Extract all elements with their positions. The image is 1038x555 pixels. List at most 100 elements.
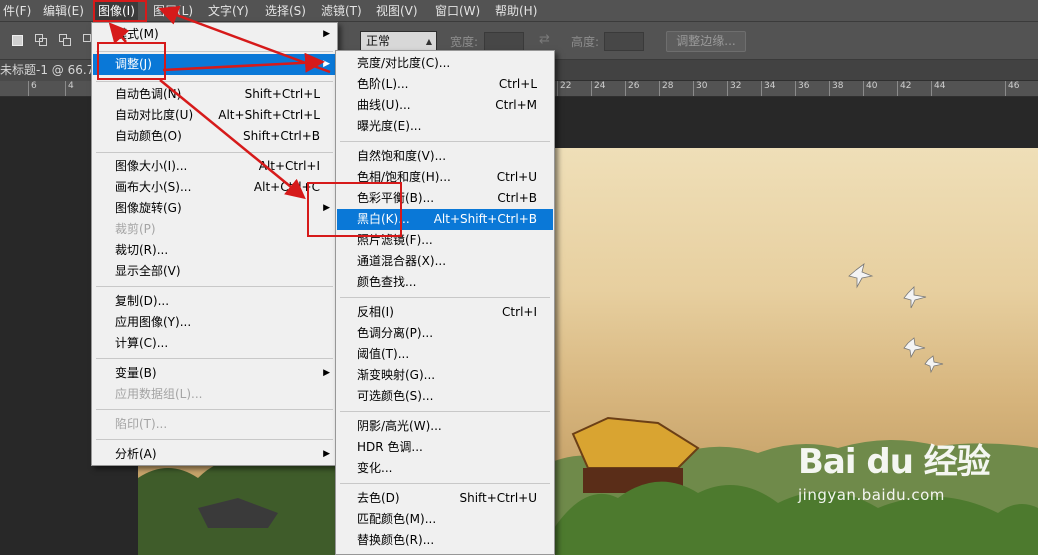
swap-icon[interactable]: ⇄	[539, 32, 550, 47]
menu-item-label: 去色(D)	[357, 491, 400, 505]
menu-select[interactable]: 选择(S)	[262, 0, 309, 22]
menu-item-label: 色调分离(P)...	[357, 326, 434, 340]
menu-item-variables[interactable]: 变量(B) ▶	[93, 363, 336, 384]
ruler-label: 28	[662, 81, 674, 91]
ruler-tick	[28, 81, 29, 96]
ruler-label: 26	[628, 81, 640, 91]
ruler-tick	[931, 81, 932, 96]
menu-item-label: 自动颜色(O)	[115, 129, 182, 143]
watermark-logo: Bai du 经验	[798, 442, 991, 482]
menu-item-desaturate[interactable]: 去色(D) Shift+Ctrl+U	[337, 488, 553, 509]
ruler-tick	[829, 81, 830, 96]
ruler-label: 22	[560, 81, 572, 91]
menu-item-image-size[interactable]: 图像大小(I)... Alt+Ctrl+I	[93, 156, 336, 177]
menu-item-shadows-highlights[interactable]: 阴影/高光(W)...	[337, 416, 553, 437]
menu-item-label: 显示全部(V)	[115, 264, 181, 278]
ruler-tick	[795, 81, 796, 96]
menu-item-calculations[interactable]: 计算(C)...	[93, 333, 336, 354]
menu-item-analysis[interactable]: 分析(A) ▶	[93, 444, 336, 465]
ruler-label: 32	[730, 81, 742, 91]
menu-item-channel-mixer[interactable]: 通道混合器(X)...	[337, 251, 553, 272]
menu-type[interactable]: 文字(Y)	[205, 0, 252, 22]
menu-item-label: 陷印(T)...	[115, 417, 168, 431]
width-field[interactable]	[484, 32, 524, 51]
menu-item-label: 颜色查找...	[357, 275, 417, 289]
menu-item-color-lookup[interactable]: 颜色查找...	[337, 272, 553, 293]
image-menu: 模式(M) ▶ 调整(J) ▶ 自动色调(N) Shift+Ctrl+L 自动对…	[91, 22, 338, 466]
menu-item-label: 图像旋转(G)	[115, 201, 182, 215]
menu-item-shortcut: Ctrl+I	[502, 305, 537, 319]
menu-item-gradient-map[interactable]: 渐变映射(G)...	[337, 365, 553, 386]
menu-item-levels[interactable]: 色阶(L)... Ctrl+L	[337, 74, 553, 95]
ruler-label: 24	[594, 81, 606, 91]
menu-item-apply-data-set[interactable]: 应用数据组(L)...	[93, 384, 336, 405]
ruler-tick	[693, 81, 694, 96]
menu-item-label: 应用数据组(L)...	[115, 387, 203, 401]
menu-item-shortcut: Ctrl+L	[498, 77, 537, 91]
menu-filter[interactable]: 滤镜(T)	[318, 0, 365, 22]
annotation-box-image-menu	[93, 0, 147, 22]
ruler-label: 34	[764, 81, 776, 91]
menu-item-apply-image[interactable]: 应用图像(Y)...	[93, 312, 336, 333]
ruler-tick	[863, 81, 864, 96]
menu-item-curves[interactable]: 曲线(U)... Ctrl+M	[337, 95, 553, 116]
menu-item-crop[interactable]: 裁剪(P)	[93, 219, 336, 240]
menu-item-label: 曝光度(E)...	[357, 119, 422, 133]
menu-item-label: 色阶(L)...	[357, 77, 409, 91]
ruler-label: 6	[31, 81, 37, 91]
menu-item-shortcut: Alt+Ctrl+I	[258, 159, 320, 173]
height-label: 高度:	[571, 35, 600, 49]
annotation-box-black-white	[307, 182, 402, 237]
menu-item-label: 通道混合器(X)...	[357, 254, 447, 268]
menu-item-label: 计算(C)...	[115, 336, 169, 350]
menu-separator	[96, 152, 333, 153]
menu-item-label: HDR 色调...	[357, 440, 423, 454]
menu-item-auto-color[interactable]: 自动颜色(O) Shift+Ctrl+B	[93, 126, 336, 147]
new-selection-icon[interactable]	[10, 33, 26, 49]
ruler-label: 40	[866, 81, 878, 91]
menu-item-label: 亮度/对比度(C)...	[357, 56, 451, 70]
menu-item-label: 阈值(T)...	[357, 347, 410, 361]
menu-item-trim[interactable]: 裁切(R)...	[93, 240, 336, 261]
menu-item-reveal-all[interactable]: 显示全部(V)	[93, 261, 336, 282]
menu-item-variations[interactable]: 变化...	[337, 458, 553, 479]
menu-item-shortcut: Shift+Ctrl+L	[244, 87, 320, 101]
menu-item-label: 复制(D)...	[115, 294, 170, 308]
add-selection-icon[interactable]	[34, 33, 50, 49]
menu-item-label: 裁剪(P)	[115, 222, 156, 236]
menu-layer[interactable]: 图层(L)	[150, 0, 196, 22]
menu-item-duplicate[interactable]: 复制(D)...	[93, 291, 336, 312]
menu-item-invert[interactable]: 反相(I) Ctrl+I	[337, 302, 553, 323]
menu-item-image-rotation[interactable]: 图像旋转(G) ▶	[93, 198, 336, 219]
ruler-label: 38	[832, 81, 844, 91]
menu-view[interactable]: 视图(V)	[373, 0, 421, 22]
menu-help[interactable]: 帮助(H)	[492, 0, 540, 22]
menu-item-canvas-size[interactable]: 画布大小(S)... Alt+Ctrl+C	[93, 177, 336, 198]
menu-item-selective-color[interactable]: 可选颜色(S)...	[337, 386, 553, 407]
menu-item-posterize[interactable]: 色调分离(P)...	[337, 323, 553, 344]
menu-item-label: 匹配颜色(M)...	[357, 512, 437, 526]
style-select-value: 正常	[366, 34, 391, 48]
style-select[interactable]: 正常 ▲	[360, 31, 437, 51]
menu-edit[interactable]: 编辑(E)	[40, 0, 87, 22]
refine-edge-button[interactable]: 调整边缘...	[666, 31, 746, 52]
menu-item-threshold[interactable]: 阈值(T)...	[337, 344, 553, 365]
menu-item-auto-tone[interactable]: 自动色调(N) Shift+Ctrl+L	[93, 84, 336, 105]
width-label: 宽度:	[450, 35, 479, 49]
menu-item-vibrance[interactable]: 自然饱和度(V)...	[337, 146, 553, 167]
menu-item-label: 可选颜色(S)...	[357, 389, 434, 403]
menu-window[interactable]: 窗口(W)	[432, 0, 483, 22]
menu-item-exposure[interactable]: 曝光度(E)...	[337, 116, 553, 137]
menu-item-match-color[interactable]: 匹配颜色(M)...	[337, 509, 553, 530]
menu-separator	[96, 358, 333, 359]
menu-item-label: 应用图像(Y)...	[115, 315, 192, 329]
menu-item-hdr-toning[interactable]: HDR 色调...	[337, 437, 553, 458]
menu-item-trap[interactable]: 陷印(T)...	[93, 414, 336, 435]
menu-item-brightness-contrast[interactable]: 亮度/对比度(C)...	[337, 53, 553, 74]
menu-item-replace-color[interactable]: 替换颜色(R)...	[337, 530, 553, 551]
menu-item-auto-contrast[interactable]: 自动对比度(U) Alt+Shift+Ctrl+L	[93, 105, 336, 126]
subtract-selection-icon[interactable]	[58, 33, 74, 49]
height-field[interactable]	[604, 32, 644, 51]
menu-file[interactable]: 件(F)	[0, 0, 34, 22]
ruler-tick	[761, 81, 762, 96]
